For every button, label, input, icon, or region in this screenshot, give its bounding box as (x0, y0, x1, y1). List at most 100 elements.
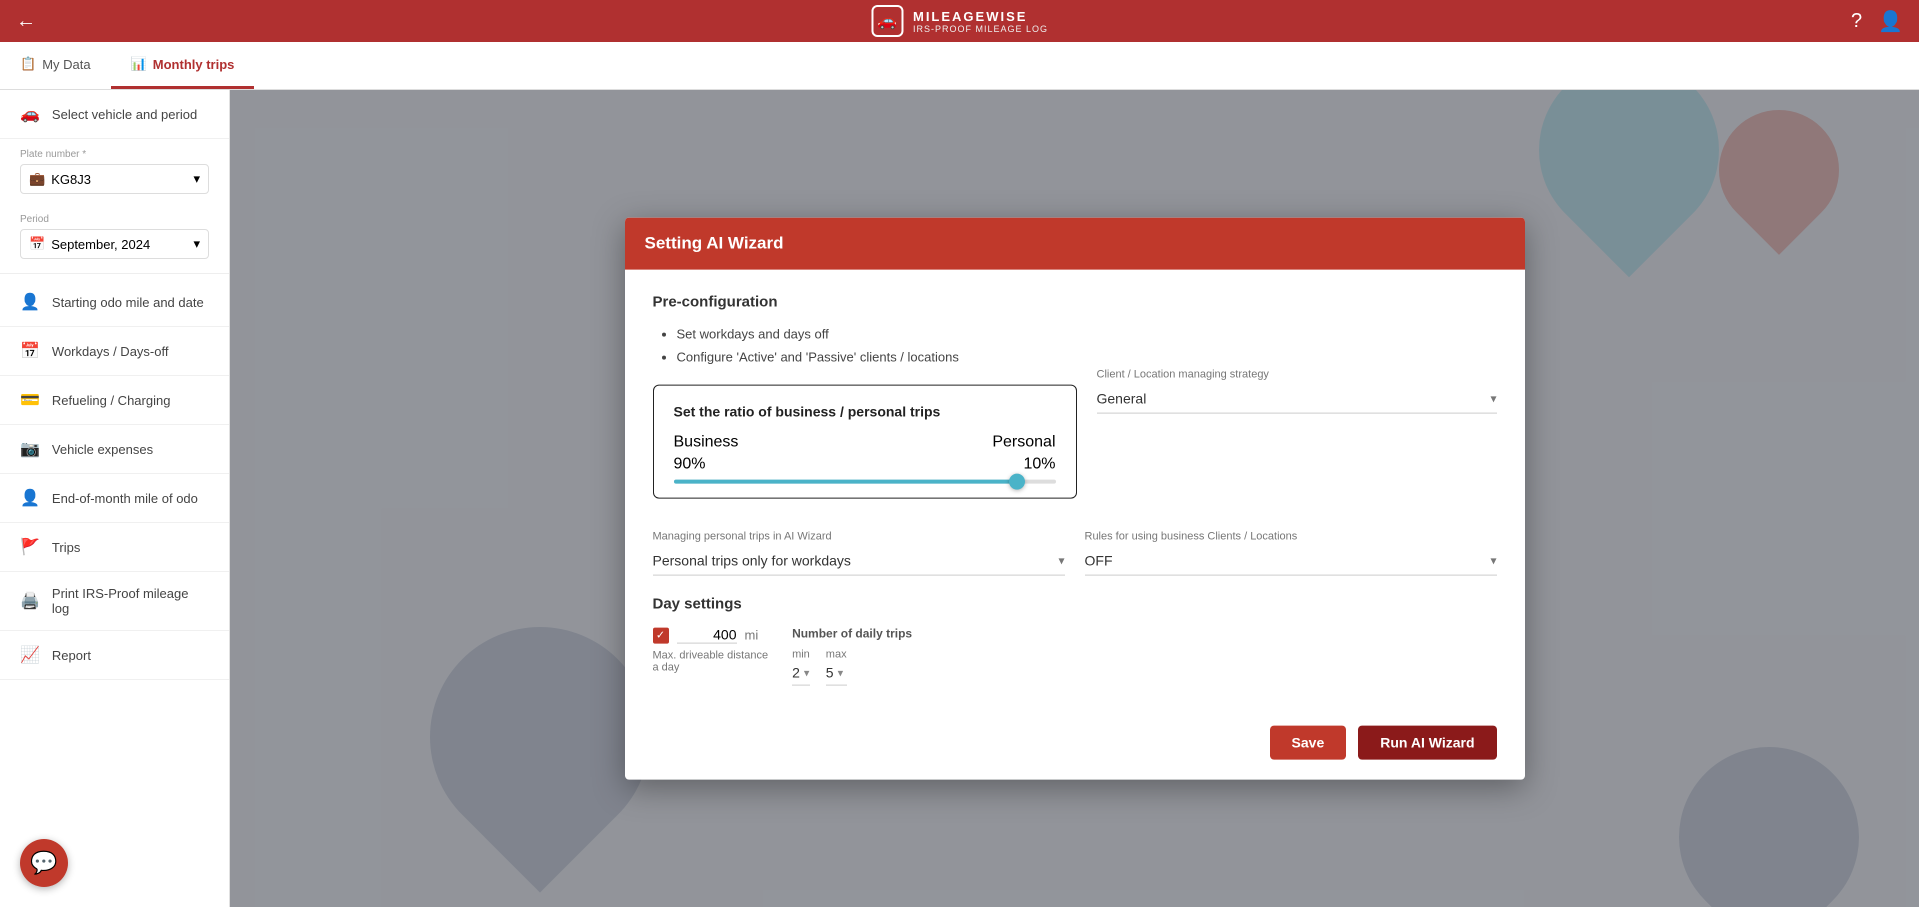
tab-monthly-trips[interactable]: 📊 Monthly trips (111, 42, 255, 89)
managing-arrow: ▾ (1058, 554, 1064, 568)
tab-my-data-label: My Data (42, 57, 90, 72)
topnav: ← 🚗 MILEAGEWISE IRS-PROOF MILEAGE LOG ? … (0, 0, 1919, 42)
daily-trips-label: Number of daily trips (792, 627, 912, 641)
plate-number-label: Plate number * (20, 149, 209, 160)
ratio-client-row: Set the ratio of business / personal tri… (653, 369, 1497, 515)
client-location-section: Client / Location managing strategy Gene… (1097, 369, 1497, 414)
min-select[interactable]: 2 ▾ (792, 665, 810, 686)
odo-icon: 👤 (20, 292, 40, 312)
max-dist-col: ✓ mi Max. driveable distancea day (653, 627, 769, 674)
sidebar-item-select-vehicle[interactable]: 🚗 Select vehicle and period (0, 90, 229, 139)
plate-number-select[interactable]: 💼 KG8J3 ▾ (20, 164, 209, 194)
sidebar-item-refueling[interactable]: 💳 Refueling / Charging (0, 376, 229, 425)
max-dist-row: ✓ mi (653, 627, 769, 644)
max-col: max 5 ▾ (826, 649, 847, 686)
day-settings-row: ✓ mi Max. driveable distancea day Number… (653, 627, 1497, 686)
client-location-label: Client / Location managing strategy (1097, 369, 1497, 381)
preconfig-item-2: Configure 'Active' and 'Passive' clients… (677, 346, 1497, 369)
tab-my-data[interactable]: 📋 My Data (0, 42, 111, 89)
ratio-labels: Business Personal (674, 434, 1056, 452)
sidebar-item-starting-odo[interactable]: 👤 Starting odo mile and date (0, 278, 229, 327)
max-dist-input[interactable] (677, 627, 737, 644)
slider-fill (674, 480, 1018, 484)
sidebar-item-trips[interactable]: 🚩 Trips (0, 523, 229, 572)
personal-label: Personal (992, 434, 1055, 452)
print-icon: 🖨️ (20, 591, 40, 611)
sidebar-item-end-of-month[interactable]: 👤 End-of-month mile of odo (0, 474, 229, 523)
dialog-footer: Save Run AI Wizard (625, 710, 1525, 780)
period-value: September, 2024 (51, 237, 150, 252)
rules-value: OFF (1085, 553, 1113, 569)
logo-icon: 🚗 (871, 5, 903, 37)
app-subtitle: IRS-PROOF MILEAGE LOG (913, 24, 1048, 34)
tab-monthly-trips-label: Monthly trips (153, 57, 235, 72)
my-data-icon: 📋 (20, 56, 36, 72)
chat-button[interactable]: 💬 (20, 839, 68, 887)
sidebar: 🚗 Select vehicle and period Plate number… (0, 90, 230, 907)
sidebar-item-print-irs[interactable]: 🖨️ Print IRS-Proof mileage log (0, 572, 229, 631)
ratio-box: Set the ratio of business / personal tri… (653, 385, 1077, 499)
rules-select[interactable]: OFF ▾ (1085, 547, 1497, 576)
save-button[interactable]: Save (1270, 726, 1347, 760)
max-dist-checkbox[interactable]: ✓ (653, 627, 669, 643)
client-location-value: General (1097, 391, 1147, 407)
min-col: min 2 ▾ (792, 649, 810, 686)
logo-text-block: MILEAGEWISE IRS-PROOF MILEAGE LOG (913, 9, 1048, 34)
min-arrow: ▾ (804, 666, 810, 679)
chat-icon: 💬 (30, 850, 57, 876)
business-label: Business (674, 434, 739, 452)
ratio-slider[interactable] (674, 480, 1056, 484)
starting-odo-label: Starting odo mile and date (52, 295, 204, 310)
report-icon: 📈 (20, 645, 40, 665)
eom-icon: 👤 (20, 488, 40, 508)
daily-min-max: min 2 ▾ max 5 ▾ (792, 649, 912, 686)
run-ai-wizard-button[interactable]: Run AI Wizard (1358, 726, 1496, 760)
chevron-down-icon: ▾ (193, 171, 200, 187)
chevron-down-period-icon: ▾ (193, 236, 200, 252)
plate-number-field: Plate number * 💼 KG8J3 ▾ (0, 139, 229, 204)
refueling-label: Refueling / Charging (52, 393, 171, 408)
business-value: 90% (674, 456, 706, 474)
max-arrow: ▾ (838, 666, 844, 679)
managing-label: Managing personal trips in AI Wizard (653, 531, 1065, 543)
workdays-icon: 📅 (20, 341, 40, 361)
max-label: max (826, 649, 847, 661)
slider-track (674, 480, 1056, 484)
sidebar-item-workdays[interactable]: 📅 Workdays / Days-off (0, 327, 229, 376)
client-location-select[interactable]: General ▾ (1097, 385, 1497, 414)
sidebar-item-vehicle-expenses[interactable]: 📷 Vehicle expenses (0, 425, 229, 474)
plate-number-value: KG8J3 (51, 172, 91, 187)
preconfig-title: Pre-configuration (653, 293, 1497, 310)
managing-value: Personal trips only for workdays (653, 553, 851, 569)
user-icon[interactable]: 👤 (1878, 9, 1903, 34)
print-irs-label: Print IRS-Proof mileage log (52, 586, 209, 616)
refueling-icon: 💳 (20, 390, 40, 410)
report-label: Report (52, 648, 91, 663)
monthly-trips-icon: 📊 (131, 56, 147, 72)
briefcase-icon: 💼 (29, 171, 45, 187)
dist-unit: mi (745, 628, 759, 643)
personal-value: 10% (1023, 456, 1055, 474)
help-icon[interactable]: ? (1851, 10, 1862, 33)
managing-select[interactable]: Personal trips only for workdays ▾ (653, 547, 1065, 576)
end-of-month-label: End-of-month mile of odo (52, 491, 198, 506)
daily-trips-col: Number of daily trips min 2 ▾ max (792, 627, 912, 686)
max-select[interactable]: 5 ▾ (826, 665, 847, 686)
day-settings-title: Day settings (653, 596, 1497, 613)
sidebar-item-report[interactable]: 📈 Report (0, 631, 229, 680)
sidebar-divider-1 (0, 273, 229, 274)
workdays-label: Workdays / Days-off (52, 344, 169, 359)
dialog-body: Pre-configuration Set workdays and days … (625, 269, 1525, 710)
ai-wizard-dialog: Setting AI Wizard Pre-configuration Set … (625, 217, 1525, 780)
expenses-icon: 📷 (20, 439, 40, 459)
app-title: MILEAGEWISE (913, 9, 1048, 24)
car-icon: 🚗 (20, 104, 40, 124)
period-select[interactable]: 📅 September, 2024 ▾ (20, 229, 209, 259)
period-label: Period (20, 214, 209, 225)
managing-col-right: Rules for using business Clients / Locat… (1085, 531, 1497, 576)
min-label: min (792, 649, 810, 661)
dialog-title: Setting AI Wizard (645, 233, 784, 252)
min-value: 2 (792, 665, 800, 681)
slider-thumb[interactable] (1009, 474, 1025, 490)
back-button[interactable]: ← (16, 10, 36, 33)
